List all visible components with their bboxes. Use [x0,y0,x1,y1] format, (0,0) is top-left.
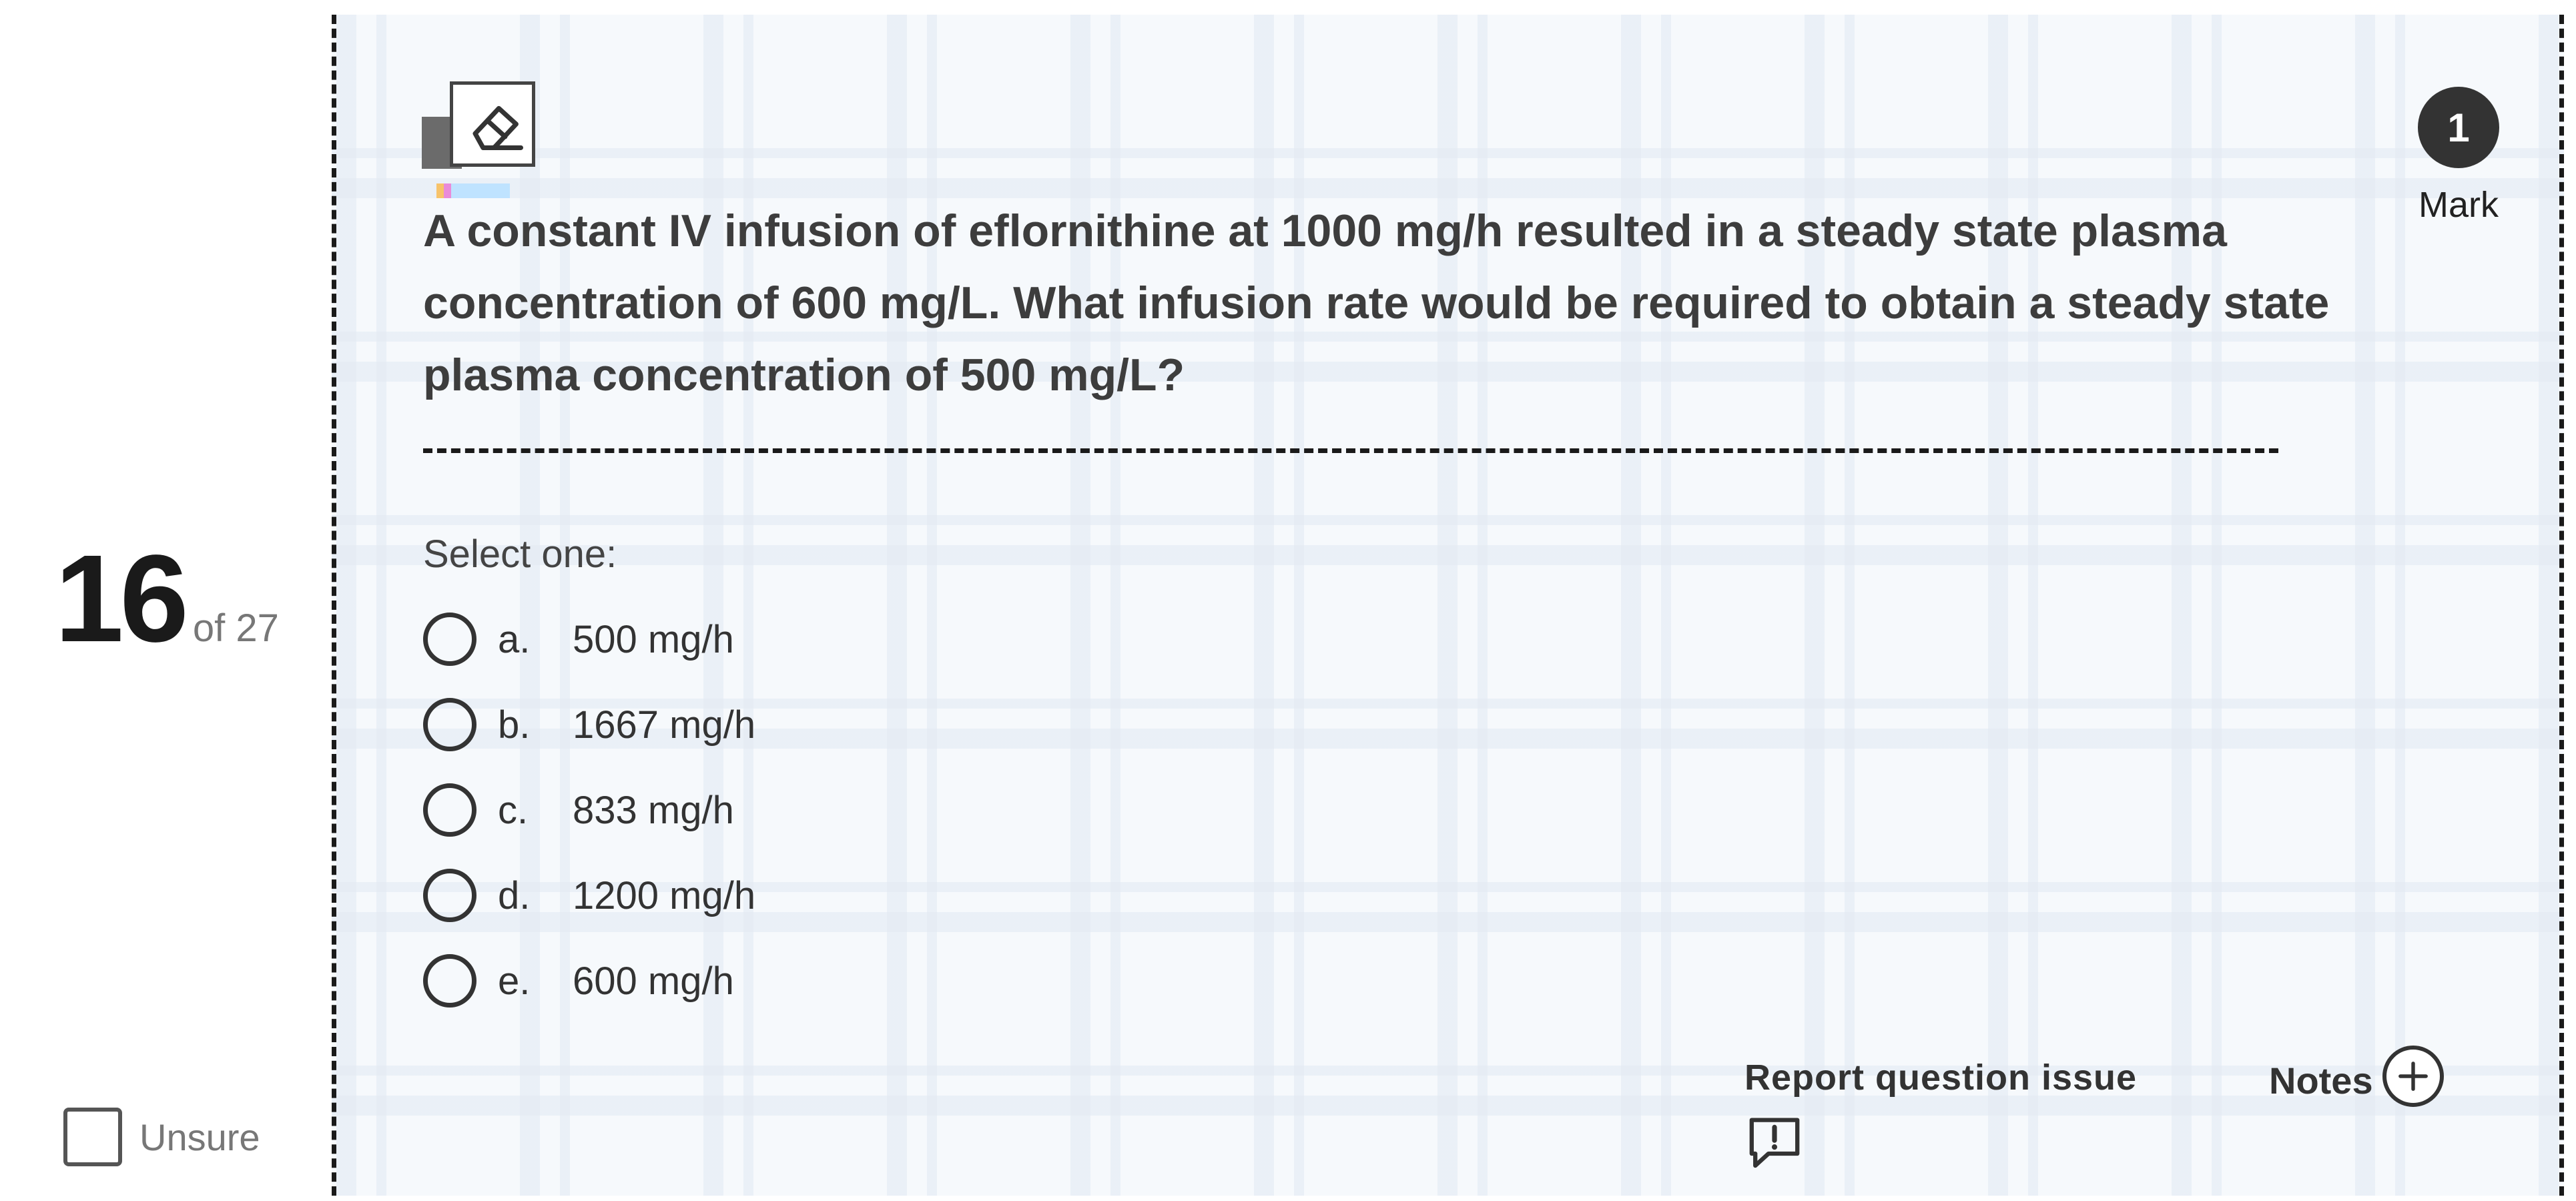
option-a[interactable]: a. 500 mg/h [423,612,755,667]
option-e[interactable]: e. 600 mg/h [423,953,755,1008]
unsure-checkbox[interactable] [63,1108,122,1166]
option-a-radio[interactable] [423,613,476,666]
mark-label: Mark [2419,185,2499,225]
option-letter: c. [498,788,529,832]
report-question-issue-button[interactable]: Report question issue [1744,1057,2137,1172]
answer-options: a. 500 mg/h b. 1667 mg/h c. 833 mg/h d. … [423,612,755,1039]
option-text: 1667 mg/h [573,703,756,747]
question-divider [423,448,2278,453]
option-b-radio[interactable] [423,698,476,751]
option-text: 1200 mg/h [573,873,756,917]
question-card: 1 Mark A constant IV infusion of eflorni… [332,15,2564,1196]
option-text: 500 mg/h [573,617,734,661]
option-e-radio[interactable] [423,954,476,1008]
option-text: 833 mg/h [573,788,734,832]
quiz-page: 16 of 27 Unsure 1 Mark A constant IV inf… [0,0,2576,1201]
plus-circle-icon[interactable] [2382,1046,2444,1107]
notes-button[interactable]: Notes [2269,1046,2444,1107]
option-c[interactable]: c. 833 mg/h [423,783,755,837]
question-number: 16 [55,530,189,668]
mark-badge: 1 Mark [2405,87,2512,226]
option-c-radio[interactable] [423,783,476,837]
mark-value: 1 [2418,87,2499,168]
notes-label: Notes [2269,1059,2373,1102]
option-letter: e. [498,959,531,1003]
option-letter: d. [498,873,531,917]
report-issue-icon [1744,1112,1805,1172]
option-text: 600 mg/h [573,959,734,1003]
option-letter: a. [498,617,531,661]
question-counter: 16 of 27 [55,537,279,661]
unsure-toggle[interactable]: Unsure [63,1108,260,1166]
question-info-panel: 16 of 27 Unsure [0,0,330,1201]
question-total: of 27 [192,607,279,650]
question-stem: A constant IV infusion of eflornithine a… [423,206,2330,400]
report-question-issue-label: Report question issue [1744,1058,2138,1098]
select-one-prompt: Select one: [423,532,617,576]
eraser-tool-button[interactable] [422,67,535,200]
option-d[interactable]: d. 1200 mg/h [423,868,755,923]
eraser-icon [450,81,535,167]
unsure-label: Unsure [139,1116,260,1158]
option-letter: b. [498,703,531,747]
option-d-radio[interactable] [423,869,476,922]
option-b[interactable]: b. 1667 mg/h [423,697,755,752]
